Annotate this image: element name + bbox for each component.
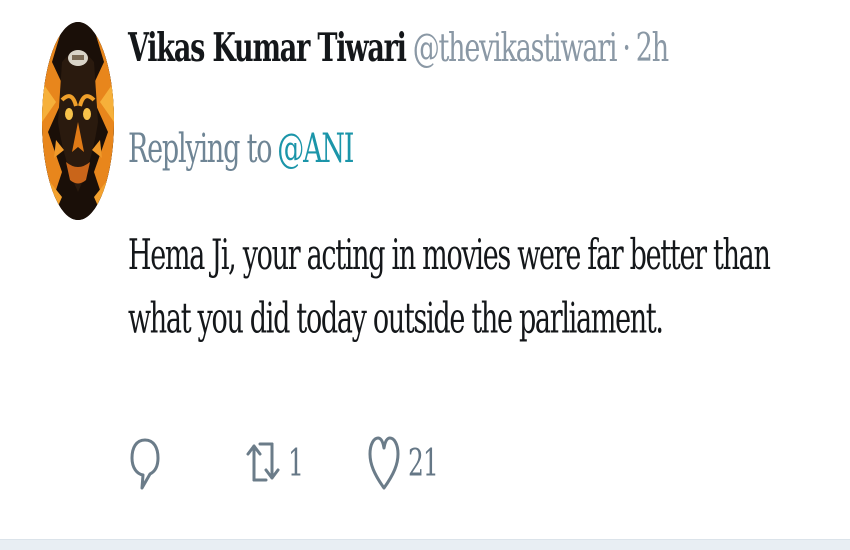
display-name[interactable]: Vikas Kumar Tiwari	[128, 26, 407, 71]
tweet-card[interactable]: Vikas Kumar Tiwari @thevikastiwari · 2h …	[0, 0, 850, 550]
replying-to-mention-link[interactable]: @ANI	[277, 126, 354, 173]
like-count: 21	[408, 440, 439, 484]
reply-button[interactable]	[128, 430, 162, 494]
retweet-icon	[246, 430, 280, 494]
reply-bubble-icon	[128, 430, 162, 494]
heart-outline-icon	[368, 430, 400, 494]
like-button[interactable]: 21	[368, 430, 439, 494]
header-separator: ·	[622, 26, 631, 71]
bottom-divider	[0, 539, 850, 550]
user-handle[interactable]: @thevikastiwari	[413, 26, 618, 71]
replying-to-label: Replying to	[128, 126, 272, 173]
tweet-header: Vikas Kumar Tiwari @thevikastiwari · 2h	[128, 26, 669, 99]
tweet-text: Hema Ji, your acting in movies were far …	[128, 231, 771, 344]
retweet-button[interactable]: 1	[246, 430, 304, 494]
avatar[interactable]	[42, 22, 114, 220]
timestamp[interactable]: 2h	[636, 26, 669, 71]
tweet-actions: 1 21	[128, 430, 548, 494]
retweet-count: 1	[288, 440, 304, 484]
replying-to: Replying to @ANI	[128, 126, 354, 173]
